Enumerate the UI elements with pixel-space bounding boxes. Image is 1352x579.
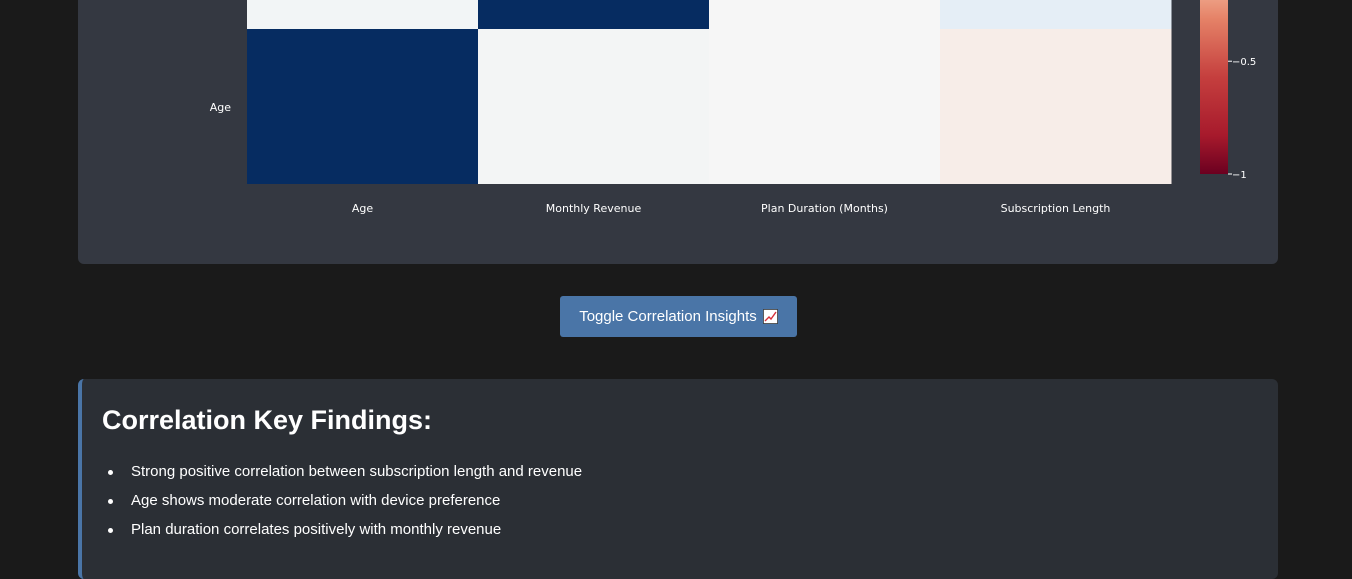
colorbar-gradient [1200,0,1228,174]
heatmap-cell[interactable] [940,29,1172,184]
findings-title: Correlation Key Findings: [102,405,433,435]
colorbar: −0.5 −1 [1200,0,1256,181]
heatmap-cell[interactable] [247,0,479,29]
heatmap-cell[interactable] [940,0,1172,29]
x-tick-label: Monthly Revenue [546,202,642,215]
findings-list: Strong positive correlation between subs… [106,461,582,548]
colorbar-tick-label: −1 [1232,170,1247,181]
x-axis-labels: Age Monthly Revenue Plan Duration (Months)… [352,202,1111,215]
heatmap-cell[interactable] [478,29,710,184]
heatmap-cell[interactable] [247,29,479,184]
heatmap-cell[interactable] [709,0,941,29]
x-tick-label: Plan Duration (Months) [761,202,888,215]
heatmap-cell[interactable] [709,29,941,184]
y-tick-label: Age [210,101,232,114]
x-tick-label: Subscription Length [1001,202,1111,215]
x-tick-label: Age [352,202,374,215]
correlation-findings-card: Correlation Key Findings: Strong positiv… [78,379,1278,579]
heatmap-cell[interactable] [478,0,710,29]
colorbar-ticks: −0.5 −1 [1228,57,1256,181]
findings-item: Strong positive correlation between subs… [106,461,582,490]
y-axis-labels: Age [210,101,232,114]
correlation-heatmap[interactable]: Age Age Monthly Revenue Plan Duration (Mon… [78,0,1278,264]
chart-increasing-icon [762,309,778,324]
heatmap-cells [247,0,1172,184]
findings-item: Age shows moderate correlation with devi… [106,490,582,519]
correlation-heatmap-card: Age Age Monthly Revenue Plan Duration (Mon… [78,0,1278,264]
colorbar-tick-label: −0.5 [1232,57,1256,68]
findings-item: Plan duration correlates positively with… [106,519,582,548]
toggle-button-label: Toggle Correlation Insights [579,308,757,325]
toggle-correlation-insights-button[interactable]: Toggle Correlation Insights [560,296,797,337]
